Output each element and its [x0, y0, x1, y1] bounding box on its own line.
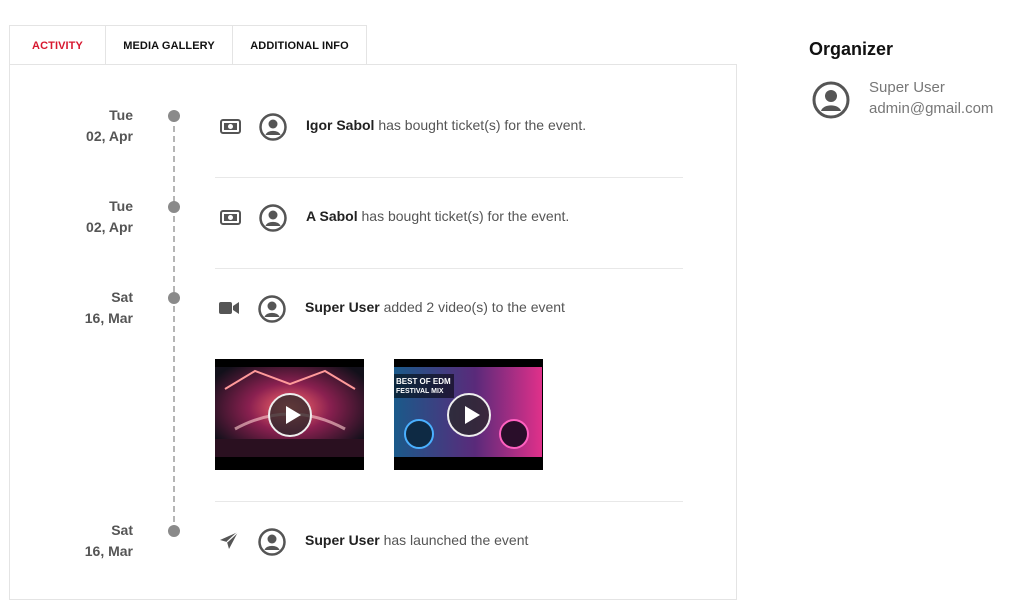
activity-day: Sat [111, 289, 133, 305]
activity-date-value: 16, Mar [84, 310, 133, 326]
activity-text: Super User added 2 video(s) to the event [305, 299, 565, 315]
activity-user[interactable]: Super User [305, 532, 380, 548]
activity-description: has bought ticket(s) for the event. [357, 208, 570, 224]
activity-day: Sat [111, 522, 133, 538]
timeline-dot [168, 525, 180, 537]
activity-text: Super User has launched the event [305, 532, 528, 548]
activity-date-value: 02, Apr [86, 219, 133, 235]
timeline-dot [168, 201, 180, 213]
timeline-dot [168, 110, 180, 122]
activity-date: Tue 02, Apr [63, 196, 133, 238]
paper-plane-icon [218, 530, 240, 552]
organizer-heading: Organizer [809, 39, 894, 59]
event-tabs: ACTIVITY MEDIA GALLERY ADDITIONAL INFO [9, 25, 367, 65]
activity-description: added 2 video(s) to the event [379, 299, 565, 315]
video-thumbnail[interactable] [215, 359, 364, 470]
divider [215, 501, 683, 502]
activity-date: Tue 02, Apr [63, 105, 133, 147]
money-icon [219, 206, 241, 228]
user-avatar-icon [259, 204, 287, 232]
divider [215, 268, 683, 269]
play-icon [267, 392, 312, 437]
play-icon [446, 392, 491, 437]
organizer-email[interactable]: admin@gmail.com [869, 100, 993, 117]
activity-day: Tue [109, 107, 133, 123]
video-caption-sub: FESTIVAL MIX [396, 388, 444, 395]
organizer-name[interactable]: Super User [869, 79, 945, 96]
video-camera-icon [218, 297, 240, 319]
activity-date-value: 02, Apr [86, 128, 133, 144]
user-avatar-icon [258, 528, 286, 556]
tab-additional-info[interactable]: ADDITIONAL INFO [232, 25, 367, 65]
user-avatar-icon [259, 113, 287, 141]
activity-date: Sat 16, Mar [63, 520, 133, 562]
activity-user[interactable]: Igor Sabol [306, 117, 374, 133]
activity-day: Tue [109, 198, 133, 214]
activity-text: A Sabol has bought ticket(s) for the eve… [306, 208, 569, 224]
activity-description: has launched the event [379, 532, 529, 548]
activity-user[interactable]: Super User [305, 299, 380, 315]
user-avatar-icon [258, 295, 286, 323]
organizer-avatar-icon [812, 81, 850, 119]
divider [215, 177, 683, 178]
tab-media-gallery[interactable]: MEDIA GALLERY [105, 25, 233, 65]
tab-activity[interactable]: ACTIVITY [9, 25, 106, 65]
activity-date-value: 16, Mar [84, 543, 133, 559]
video-caption: BEST OF EDM [396, 377, 451, 386]
money-icon [219, 115, 241, 137]
timeline-dot [168, 292, 180, 304]
activity-date: Sat 16, Mar [63, 287, 133, 329]
video-thumbnail[interactable]: BEST OF EDM FESTIVAL MIX [394, 359, 543, 470]
activity-description: has bought ticket(s) for the event. [374, 117, 587, 133]
activity-user[interactable]: A Sabol [306, 208, 358, 224]
activity-text: Igor Sabol has bought ticket(s) for the … [306, 117, 586, 133]
timeline-line [173, 116, 175, 532]
